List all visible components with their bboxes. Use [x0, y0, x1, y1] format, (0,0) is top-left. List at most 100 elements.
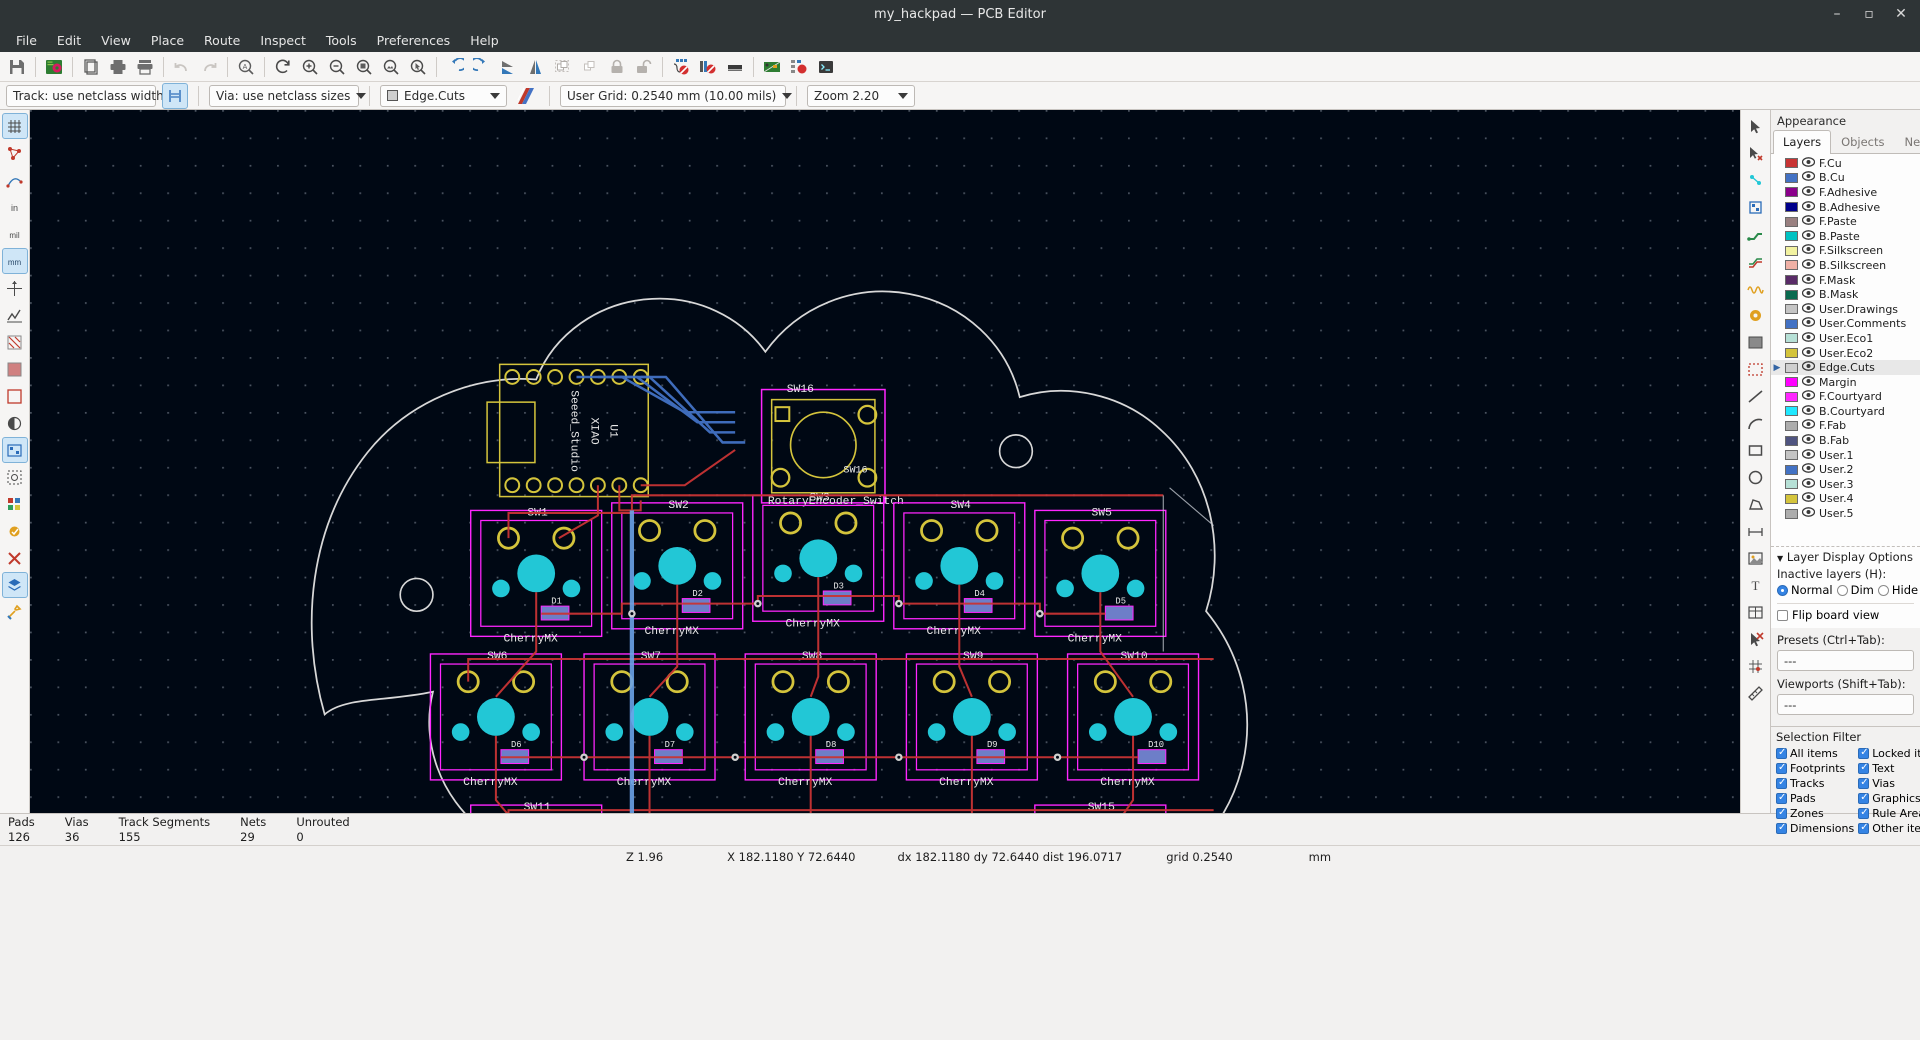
eye-icon[interactable] — [1801, 229, 1816, 243]
layer-pair-icon[interactable] — [513, 83, 539, 109]
diff-pair-icon[interactable] — [1743, 248, 1769, 274]
high-contrast-icon[interactable] — [2, 410, 28, 436]
eye-icon[interactable] — [1801, 244, 1816, 257]
track-width-icon[interactable] — [162, 82, 188, 109]
eye-icon[interactable] — [1801, 419, 1816, 432]
layer-row-user-3[interactable]: User.3 — [1771, 477, 1920, 492]
minimize-button[interactable]: – — [1822, 0, 1852, 28]
eye-icon[interactable] — [1801, 288, 1816, 301]
zoom-selector[interactable]: Zoom 2.20 — [807, 84, 915, 107]
filter-tracks[interactable]: Tracks — [1776, 777, 1854, 790]
plot-icon[interactable] — [132, 54, 158, 80]
layer-row-user-comments[interactable]: User.Comments — [1771, 317, 1920, 332]
layer-row-edge-cuts[interactable]: ▶ Edge.Cuts — [1771, 360, 1920, 375]
eye-icon[interactable] — [1801, 405, 1816, 418]
grid-selector[interactable]: User Grid: 0.2540 mm (10.00 mils) — [560, 84, 793, 107]
zone-outline-icon[interactable] — [2, 329, 28, 355]
presets-combo[interactable]: --- — [1777, 650, 1914, 671]
selection-filter-grid[interactable]: All items Locked items Footprints Text Track… — [1776, 747, 1920, 835]
layer-row-f-courtyard[interactable]: F.Courtyard — [1771, 390, 1920, 405]
3d-viewer-icon[interactable] — [759, 54, 785, 80]
layer-row-b-fab[interactable]: B.Fab — [1771, 433, 1920, 448]
filter-graphics[interactable]: Graphics — [1858, 792, 1920, 805]
tab-objects[interactable]: Objects — [1831, 130, 1894, 153]
layer-color-swatch[interactable] — [1785, 158, 1798, 169]
eye-icon[interactable] — [1801, 156, 1816, 170]
rule-area-icon[interactable] — [1743, 356, 1769, 382]
layer-row-b-silkscreen[interactable]: B.Silkscreen — [1771, 258, 1920, 273]
text-icon[interactable]: T — [1743, 572, 1769, 598]
eye-icon[interactable] — [1801, 361, 1816, 374]
menu-view[interactable]: View — [91, 30, 141, 51]
cursor-icon[interactable] — [1743, 113, 1769, 139]
drc-icon[interactable] — [695, 54, 721, 80]
zoom-fit-icon[interactable] — [351, 54, 377, 80]
layer-color-swatch[interactable] — [1785, 479, 1798, 490]
layer-color-swatch[interactable] — [1785, 289, 1798, 300]
menu-preferences[interactable]: Preferences — [367, 30, 461, 51]
layer-row-f-silkscreen[interactable]: F.Silkscreen — [1771, 244, 1920, 259]
layer-color-swatch[interactable] — [1785, 216, 1798, 227]
radio-dim[interactable]: Dim — [1836, 583, 1874, 597]
filter-pads[interactable]: Pads — [1776, 792, 1854, 805]
footprint-outline-icon[interactable] — [1, 437, 28, 463]
filter-other-items[interactable]: Other items — [1858, 822, 1920, 835]
layer-color-swatch[interactable] — [1785, 377, 1798, 388]
place-via-icon[interactable] — [1743, 302, 1769, 328]
layer-row-f-cu[interactable]: F.Cu — [1771, 156, 1920, 171]
eye-icon[interactable] — [1801, 463, 1816, 476]
eye-icon[interactable] — [1801, 448, 1816, 462]
pcb-drawing[interactable]: Seeed_Studio XIAO U1 SW16 SW16 RotaryEnc… — [30, 110, 1740, 813]
eye-icon[interactable] — [1801, 200, 1816, 214]
eye-icon[interactable] — [1801, 259, 1816, 272]
eye-icon[interactable] — [1801, 171, 1816, 184]
layer-color-swatch[interactable] — [1785, 260, 1798, 271]
highlight-net-tool-icon[interactable] — [1743, 167, 1769, 193]
route-track-icon[interactable] — [1743, 221, 1769, 247]
footprint-editor-icon[interactable] — [786, 54, 812, 80]
eye-icon[interactable] — [1801, 186, 1816, 199]
image-icon[interactable] — [1743, 545, 1769, 571]
eye-icon[interactable] — [1801, 507, 1816, 520]
ratsnest-curve-icon[interactable] — [2, 167, 28, 193]
zone-unfill-icon[interactable] — [2, 383, 28, 409]
layer-row-b-mask[interactable]: B.Mask — [1771, 287, 1920, 302]
layer-color-swatch[interactable] — [1785, 318, 1798, 329]
delete-icon[interactable] — [1743, 626, 1769, 652]
layer-row-b-courtyard[interactable]: B.Courtyard — [1771, 404, 1920, 419]
dimension-icon[interactable] — [1743, 518, 1769, 544]
eye-icon[interactable] — [1801, 390, 1816, 403]
zoom-out-icon[interactable] — [324, 54, 350, 80]
layer-row-user-2[interactable]: User.2 — [1771, 462, 1920, 477]
menu-edit[interactable]: Edit — [47, 30, 91, 51]
units-inch-icon[interactable]: in — [2, 194, 28, 220]
filter-vias[interactable]: Vias — [1858, 777, 1920, 790]
layer-display-options-title[interactable]: ▼ Layer Display Options — [1777, 550, 1914, 564]
zoom-selection-icon[interactable] — [405, 54, 431, 80]
tune-length-icon[interactable] — [1743, 275, 1769, 301]
layer-select-icon[interactable] — [1, 572, 28, 598]
filter-footprints[interactable]: Footprints — [1776, 762, 1854, 775]
draw-polygon-icon[interactable] — [1743, 491, 1769, 517]
radio-normal[interactable]: Normal — [1777, 583, 1833, 597]
ratsnest-icon[interactable] — [2, 140, 28, 166]
radio-hide[interactable]: Hide — [1877, 583, 1918, 597]
viewports-combo[interactable]: --- — [1777, 694, 1914, 715]
eye-icon[interactable] — [1801, 492, 1816, 505]
rotate-cw-icon[interactable] — [469, 54, 495, 80]
filter-locked-items[interactable]: Locked items — [1858, 747, 1920, 760]
board-setup-icon[interactable] — [41, 54, 67, 80]
filter-rule-areas[interactable]: Rule Areas — [1858, 807, 1920, 820]
units-mm-icon[interactable]: mm — [1, 248, 28, 274]
track-width-selector[interactable]: Track: use netclass width — [6, 84, 180, 107]
tab-layers[interactable]: Layers — [1773, 130, 1832, 154]
filter-text[interactable]: Text — [1858, 762, 1920, 775]
ratsnest-display-icon[interactable] — [2, 302, 28, 328]
layer-list[interactable]: F.Cu B.Cu F.Adhesive B.Adhesive F.Paste B.Pas… — [1771, 154, 1920, 546]
page-settings-icon[interactable] — [78, 54, 104, 80]
layer-color-swatch[interactable] — [1785, 333, 1798, 344]
menu-route[interactable]: Route — [194, 30, 250, 51]
layer-color-swatch[interactable] — [1785, 464, 1798, 475]
draw-line-icon[interactable] — [1743, 383, 1769, 409]
layer-color-swatch[interactable] — [1785, 493, 1798, 504]
